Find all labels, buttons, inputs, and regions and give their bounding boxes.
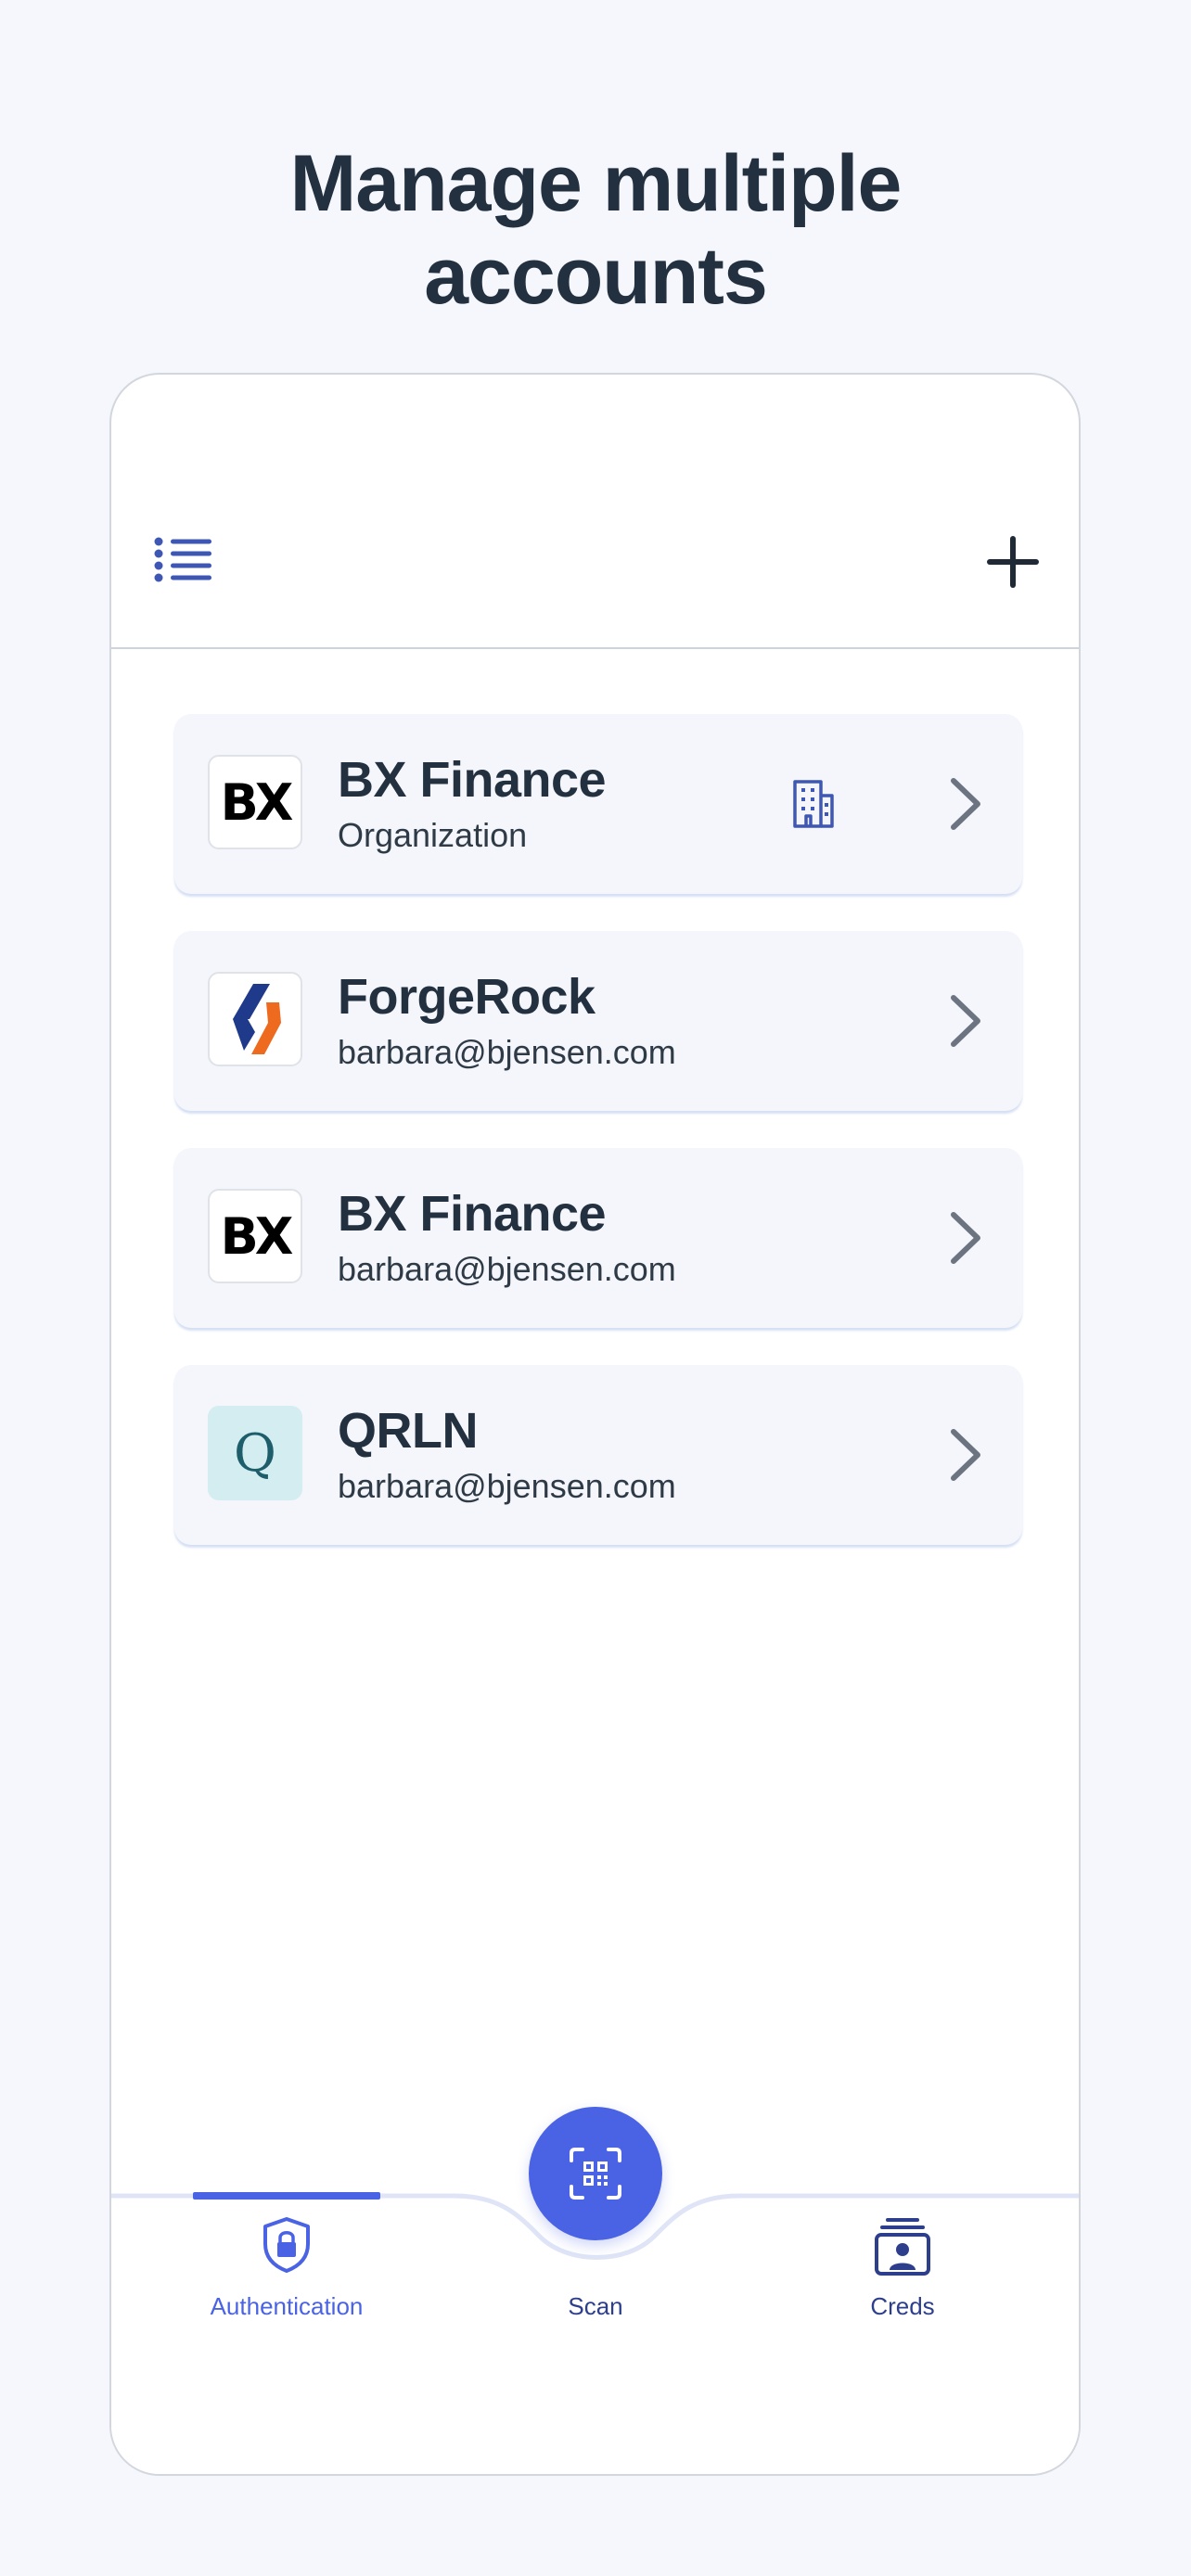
- scan-button[interactable]: [529, 2107, 662, 2240]
- qr-scan-icon: [570, 2148, 621, 2200]
- account-card-qrln[interactable]: Q QRLN barbara@bjensen.com: [174, 1365, 1022, 1545]
- account-name: BX Finance: [338, 1186, 607, 1242]
- account-name: QRLN: [338, 1403, 478, 1459]
- tab-label: Creds: [870, 2292, 935, 2320]
- account-card-bx-finance-org[interactable]: BX BX Finance Organization: [174, 714, 1022, 894]
- building-icon: [793, 780, 834, 828]
- account-card-forgerock[interactable]: ForgeRock barbara@bjensen.com: [174, 931, 1022, 1111]
- account-subtitle: barbara@bjensen.com: [338, 1250, 676, 1288]
- plus-icon: [987, 536, 1039, 588]
- bottom-navigation: Authentication Scan Creds: [111, 2107, 1079, 2474]
- list-icon: [154, 537, 211, 582]
- headline-line-1: Manage multiple: [289, 139, 903, 228]
- logo-text: BX: [220, 1206, 294, 1266]
- id-card-icon: [875, 2218, 930, 2276]
- phone-frame: BX BX Finance Organization ForgeRock bar…: [109, 373, 1081, 2476]
- account-subtitle: barbara@bjensen.com: [338, 1467, 676, 1505]
- tab-creds[interactable]: Creds: [791, 2192, 1014, 2378]
- account-name: ForgeRock: [338, 969, 596, 1025]
- app-toolbar: [111, 375, 1079, 649]
- shield-lock-icon: [263, 2217, 310, 2273]
- bx-finance-logo: BX: [208, 1189, 302, 1283]
- chevron-right-icon: [951, 1429, 980, 1481]
- menu-button[interactable]: [154, 537, 213, 583]
- forgerock-mark: [233, 984, 281, 1054]
- add-account-button[interactable]: [985, 534, 1041, 590]
- headline-line-2: accounts: [424, 232, 768, 321]
- logo-text: BX: [220, 772, 294, 832]
- qrln-logo: Q: [208, 1406, 302, 1500]
- account-subtitle: Organization: [338, 816, 528, 854]
- chevron-right-icon: [951, 1212, 980, 1264]
- page-headline: Manage multiple accounts: [0, 137, 1191, 323]
- account-name: BX Finance: [338, 752, 607, 808]
- bx-finance-logo: BX: [208, 755, 302, 849]
- account-list: BX BX Finance Organization ForgeRock bar…: [174, 714, 1022, 1582]
- tab-label: Scan: [568, 2292, 623, 2320]
- logo-text: Q: [234, 1422, 276, 1484]
- chevron-right-icon: [951, 778, 980, 830]
- forgerock-logo: [208, 972, 302, 1066]
- account-subtitle: barbara@bjensen.com: [338, 1033, 676, 1071]
- chevron-right-icon: [951, 995, 980, 1047]
- account-card-bx-finance[interactable]: BX BX Finance barbara@bjensen.com: [174, 1148, 1022, 1328]
- tab-authentication[interactable]: Authentication: [175, 2192, 398, 2378]
- tab-label: Authentication: [210, 2292, 364, 2320]
